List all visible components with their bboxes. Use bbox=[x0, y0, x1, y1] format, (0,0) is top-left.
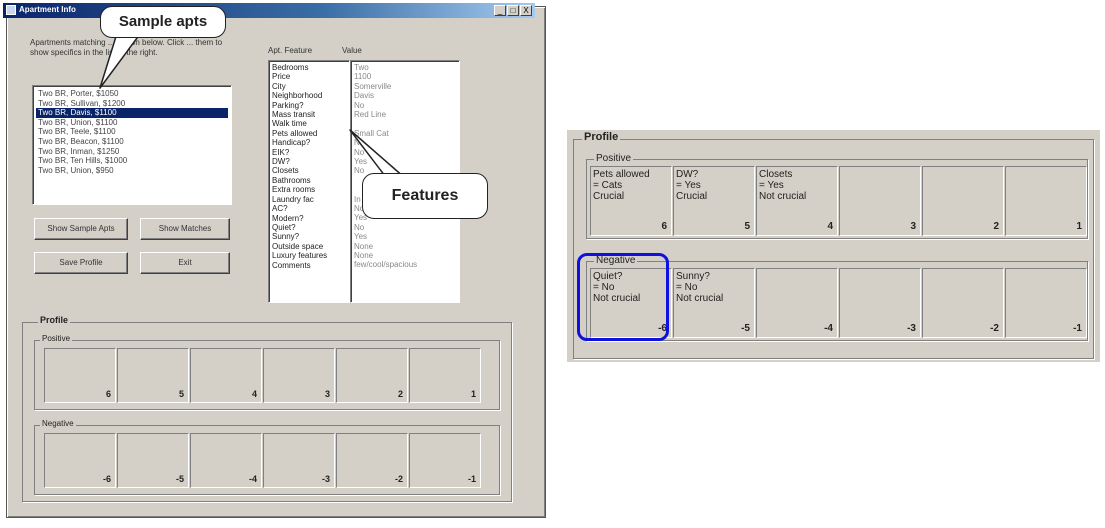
features-callout-pointer bbox=[349, 129, 406, 179]
criterion-line: Pets allowed bbox=[593, 169, 650, 180]
criterion-line: Not crucial bbox=[676, 293, 724, 304]
right-profile-title: Profile bbox=[582, 131, 621, 143]
slot-number: 3 bbox=[910, 221, 916, 232]
slot-number: -1 bbox=[1073, 323, 1082, 334]
slot-number: 6 bbox=[661, 221, 667, 232]
profile-slot[interactable]: Closets = Yes Not crucial 4 bbox=[756, 166, 838, 236]
slot-number: 2 bbox=[993, 221, 999, 232]
criterion-line: Crucial bbox=[593, 191, 625, 202]
slot-number: 4 bbox=[827, 221, 833, 232]
profile-slot[interactable]: 2 bbox=[922, 166, 1004, 236]
profile-slot[interactable]: -3 bbox=[839, 268, 921, 338]
criterion-line: = Yes bbox=[759, 180, 784, 191]
criterion-line: = No bbox=[676, 282, 698, 293]
criterion-line: Closets bbox=[759, 169, 793, 180]
right-positive-label: Positive bbox=[594, 153, 634, 164]
slot-criterion: Sunny? = No Not crucial bbox=[676, 271, 723, 304]
profile-slot[interactable]: Pets allowed = Cats Crucial 6 bbox=[590, 166, 672, 236]
sample-callout-pointer bbox=[99, 29, 141, 89]
criterion-line: DW? bbox=[676, 169, 699, 180]
criterion-line: = Yes bbox=[676, 180, 701, 191]
criterion-line: Crucial bbox=[676, 191, 708, 202]
sample-apts-callout: Sample apts bbox=[100, 6, 226, 38]
criterion-line: Not crucial bbox=[759, 191, 807, 202]
slot-number: -3 bbox=[907, 323, 916, 334]
slot-number: -4 bbox=[824, 323, 833, 334]
profile-slot[interactable]: -4 bbox=[756, 268, 838, 338]
highlight-box bbox=[577, 253, 669, 341]
criterion-line: = Cats bbox=[593, 180, 623, 191]
profile-slot[interactable]: -2 bbox=[922, 268, 1004, 338]
slot-number: 5 bbox=[744, 221, 750, 232]
profile-slot[interactable]: Sunny? = No Not crucial -5 bbox=[673, 268, 755, 338]
slot-number: 1 bbox=[1076, 221, 1082, 232]
slot-criterion: Pets allowed = Cats Crucial bbox=[593, 169, 650, 202]
profile-slot[interactable]: DW? = Yes Crucial 5 bbox=[673, 166, 755, 236]
slot-criterion: DW? = Yes Crucial bbox=[676, 169, 707, 202]
slot-criterion: Closets = Yes Not crucial bbox=[759, 169, 806, 202]
slot-number: -5 bbox=[741, 323, 750, 334]
profile-slot[interactable]: 1 bbox=[1005, 166, 1087, 236]
callout-pointers bbox=[99, 29, 406, 179]
features-callout: Features bbox=[362, 173, 488, 219]
criterion-line: Sunny? bbox=[676, 271, 710, 282]
profile-slot[interactable]: 3 bbox=[839, 166, 921, 236]
slot-number: -2 bbox=[990, 323, 999, 334]
profile-slot[interactable]: -1 bbox=[1005, 268, 1087, 338]
